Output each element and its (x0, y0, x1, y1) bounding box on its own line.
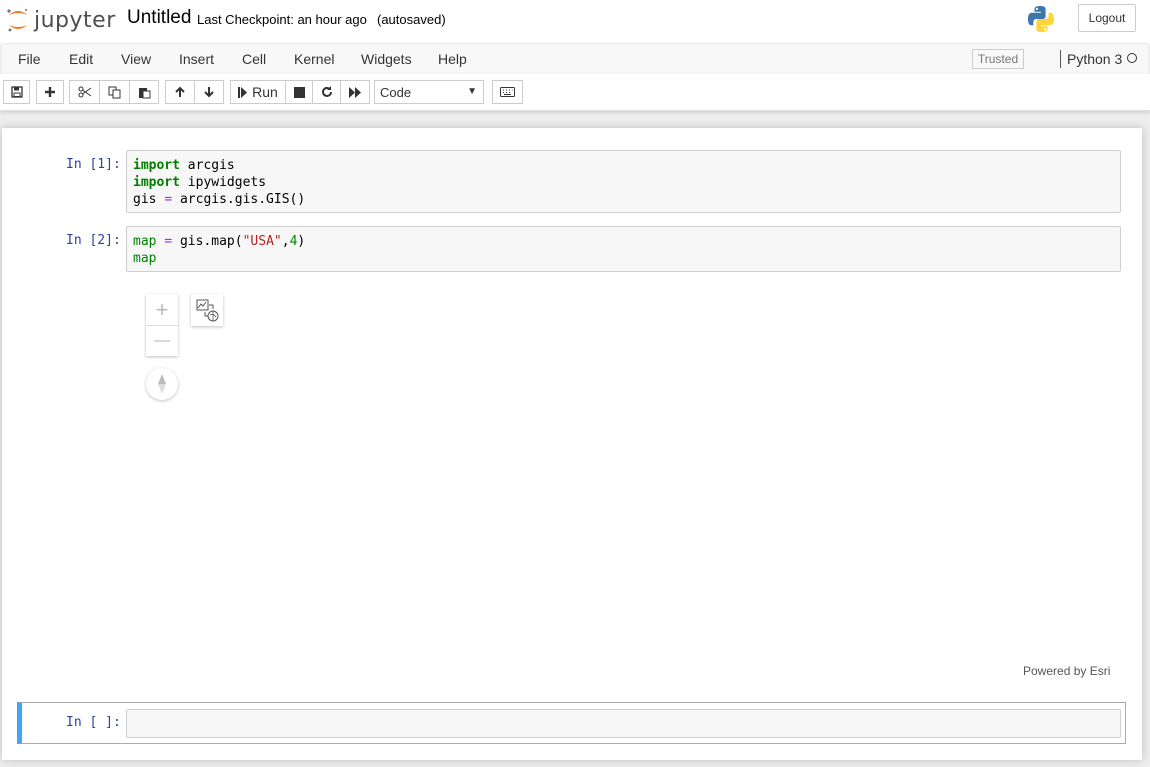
basemap-gallery-icon (196, 299, 219, 322)
cell-2-code: map = gis.map("USA",4) map (133, 233, 305, 267)
plus-icon (45, 87, 55, 97)
paste-button[interactable] (129, 80, 159, 104)
save-button[interactable] (3, 80, 30, 104)
copy-icon (108, 86, 121, 98)
kernel-name: Python 3 (1067, 51, 1123, 67)
toolbar: Run Code ▼ (0, 74, 1150, 111)
code-token: "USA" (242, 234, 282, 249)
save-icon (10, 86, 23, 98)
cell-2-editor[interactable]: map = gis.map("USA",4) map (126, 226, 1121, 272)
code-token: import (133, 158, 180, 173)
cut-icon (78, 86, 91, 98)
cell-type-select[interactable]: Code ▼ (374, 80, 484, 104)
notebook-name[interactable]: Untitled (127, 7, 191, 29)
stop-icon (293, 86, 305, 98)
code-token: import (133, 175, 180, 190)
cell-2-prompt: In [2]: (66, 233, 121, 248)
code-token: map (133, 251, 157, 266)
checkpoint-status: Last Checkpoint: an hour ago (197, 12, 367, 27)
code-token: = (164, 192, 173, 207)
autosave-status: (autosaved) (377, 12, 446, 27)
header: jupyter Untitled Last Checkpoint: an hou… (0, 0, 1150, 44)
code-line: import arcgis (133, 157, 305, 174)
code-token: = (164, 234, 173, 249)
code-line: map = gis.map("USA",4) (133, 233, 305, 250)
jupyter-logo-icon (7, 8, 28, 32)
move-up-button[interactable] (165, 80, 195, 104)
code-line: import ipywidgets (133, 174, 305, 191)
cell-type-value: Code (380, 84, 412, 100)
menu-help[interactable]: Help (438, 51, 467, 67)
fast-forward-icon (348, 86, 361, 98)
menu-file[interactable]: File (18, 51, 41, 67)
insert-cell-button[interactable] (36, 80, 64, 104)
menu-cell[interactable]: Cell (242, 51, 266, 67)
restart-button[interactable] (312, 80, 341, 104)
arrow-down-icon (204, 87, 214, 98)
trusted-indicator[interactable]: Trusted (972, 49, 1024, 69)
code-line: map (133, 250, 305, 267)
restart-run-all-button[interactable] (340, 80, 370, 104)
interrupt-button[interactable] (285, 80, 313, 104)
cut-button[interactable] (69, 80, 100, 104)
chevron-down-icon: ▼ (467, 86, 477, 97)
cell-3-container[interactable]: In [ ]: (17, 702, 1126, 744)
basemap-toggle-button[interactable] (191, 294, 223, 326)
run-button[interactable]: Run (230, 80, 286, 104)
menu-edit[interactable]: Edit (69, 51, 93, 67)
code-token: map (133, 234, 157, 249)
notebook-container: In [1]: import arcgis import ipywidgets gi… (2, 128, 1142, 760)
cell-1-code: import arcgis import ipywidgets gis = arcg… (133, 157, 305, 208)
cell-3-editor[interactable] (126, 709, 1121, 738)
cell-1-prompt: In [1]: (66, 157, 121, 172)
paste-icon (138, 87, 150, 98)
keyboard-icon (500, 87, 515, 97)
code-token: gis.map( (172, 234, 243, 249)
zoom-out-button[interactable]: — (146, 325, 178, 356)
code-token: ipywidgets (179, 175, 267, 190)
move-down-button[interactable] (194, 80, 224, 104)
run-label: Run (252, 84, 278, 100)
kernel-separator (1060, 50, 1061, 68)
cell-1-editor[interactable]: import arcgis import ipywidgets gis = arcg… (126, 150, 1121, 213)
code-token: gis (133, 192, 165, 207)
code-token: , (281, 234, 290, 249)
code-line: gis = arcgis.gis.GIS() (133, 191, 305, 208)
menu-widgets[interactable]: Widgets (361, 51, 412, 67)
menu-view[interactable]: View (121, 51, 151, 67)
compass-button[interactable] (146, 368, 178, 400)
python-logo-icon (1028, 6, 1054, 32)
command-palette-button[interactable] (492, 80, 523, 104)
map-attribution: Powered by Esri (1023, 664, 1111, 678)
code-token: arcgis.gis.GIS() (172, 192, 306, 207)
step-forward-icon (238, 86, 248, 98)
menu-insert[interactable]: Insert (179, 51, 214, 67)
logout-button[interactable]: Logout (1078, 4, 1136, 32)
kernel-idle-icon (1127, 53, 1137, 63)
map-zoom-control: + — (146, 294, 178, 356)
code-token: arcgis (179, 158, 235, 173)
code-token: ) (297, 234, 306, 249)
menu-kernel[interactable]: Kernel (294, 51, 334, 67)
logo-text: jupyter (34, 7, 116, 33)
compass-icon (158, 374, 166, 394)
menubar: File Edit View Insert Cell Kernel Widget… (2, 43, 1148, 76)
zoom-in-button[interactable]: + (146, 294, 178, 326)
jupyter-logo[interactable]: jupyter (6, 5, 116, 35)
copy-button[interactable] (99, 80, 130, 104)
restart-icon (321, 86, 332, 97)
cell-3-prompt: In [ ]: (66, 715, 121, 730)
arrow-up-icon (175, 86, 185, 97)
